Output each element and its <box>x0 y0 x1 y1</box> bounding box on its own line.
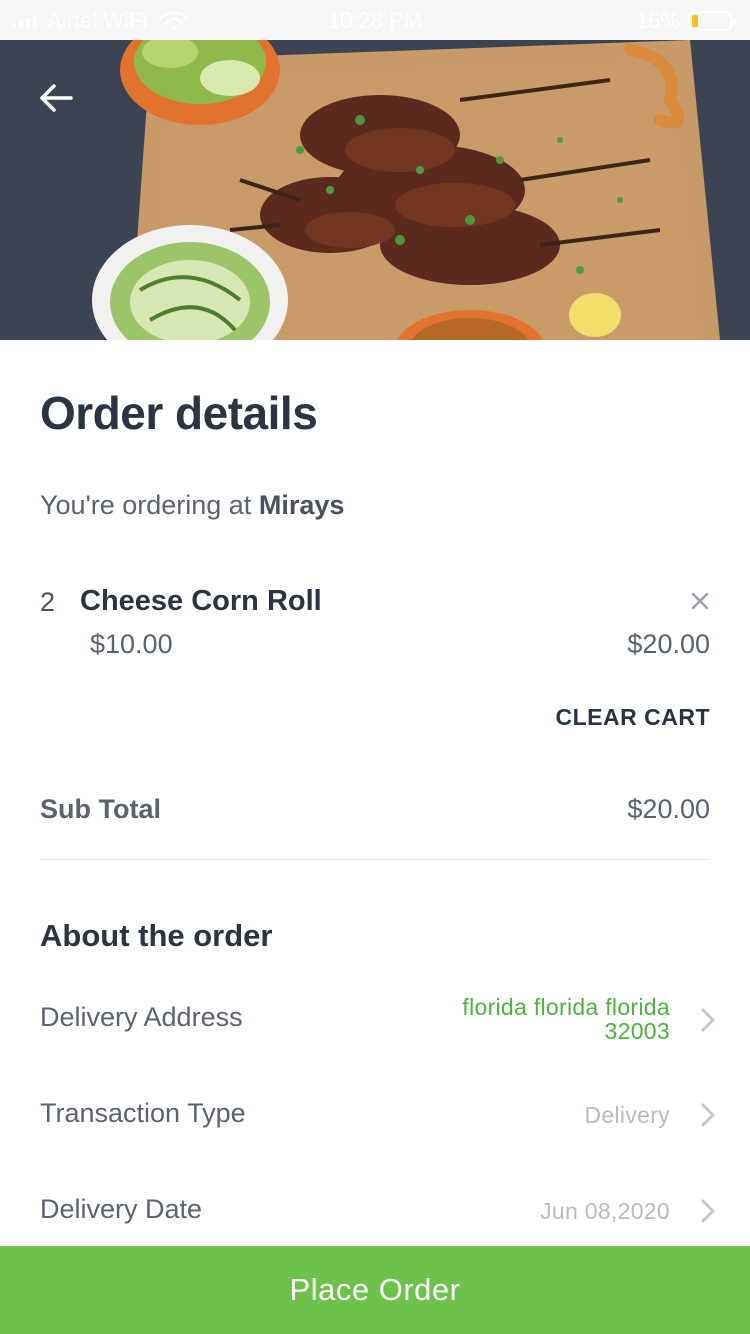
chevron-right-icon <box>701 1199 715 1223</box>
place-order-button[interactable]: Place Order <box>0 1246 750 1334</box>
food-photo <box>0 40 750 340</box>
back-button[interactable] <box>28 70 84 126</box>
ordering-prefix: You're ordering at <box>40 490 252 520</box>
page-title: Order details <box>40 387 318 439</box>
battery-percent: 16% <box>635 8 680 33</box>
status-bar: Airtel WiFi 10:28 PM 16% <box>0 0 750 40</box>
delivery-date-value: Jun 08,2020 <box>540 1198 670 1224</box>
about-order-title: About the order <box>40 918 273 953</box>
transaction-type-label: Transaction Type <box>40 1098 246 1128</box>
status-right: 16% <box>635 8 736 34</box>
ordering-at-text: You're ordering at Mirays <box>40 490 344 521</box>
chevron-right-icon <box>701 1103 715 1127</box>
item-name: Cheese Corn Roll <box>80 585 322 617</box>
arrow-left-icon <box>40 84 73 112</box>
restaurant-name: Mirays <box>258 490 345 520</box>
address-line-1: florida florida florida <box>462 994 670 1020</box>
delivery-date-row[interactable]: Delivery Date Jun 08,2020 <box>40 1182 720 1242</box>
item-total-price: $20.00 <box>627 629 710 659</box>
clear-cart-button[interactable]: CLEAR CART <box>556 704 711 731</box>
battery-fill <box>692 15 698 27</box>
subtotal-label: Sub Total <box>40 794 161 824</box>
battery-icon <box>688 11 736 31</box>
subtotal-value: $20.00 <box>627 794 710 824</box>
cart-item: 2 Cheese Corn Roll $10.00 $20.00 <box>40 585 710 665</box>
delivery-address-label: Delivery Address <box>40 1002 243 1032</box>
delivery-address-value: florida florida florida 32003 <box>462 995 670 1043</box>
chevron-right-icon <box>701 1008 715 1032</box>
transaction-type-value: Delivery <box>584 1102 670 1128</box>
delivery-address-row[interactable]: Delivery Address florida florida florida… <box>40 990 720 1050</box>
close-icon[interactable] <box>690 591 710 611</box>
item-unit-price: $10.00 <box>90 629 173 659</box>
divider <box>40 859 710 860</box>
item-quantity: 2 <box>40 587 56 617</box>
transaction-type-row[interactable]: Transaction Type Delivery <box>40 1086 720 1146</box>
delivery-date-label: Delivery Date <box>40 1194 203 1224</box>
hero-image <box>0 40 750 340</box>
address-line-2: 32003 <box>604 1018 670 1044</box>
